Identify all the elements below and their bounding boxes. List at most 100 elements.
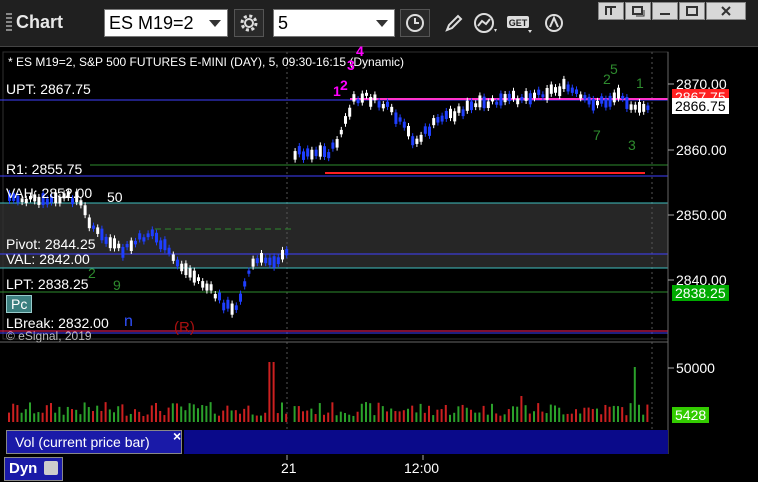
chart-description: * ES M19=2, S&P 500 FUTURES E-MINI (DAY)… [8, 55, 405, 69]
cursor-button[interactable] [540, 10, 568, 36]
volume-bar [323, 414, 325, 422]
volume-bar [260, 415, 262, 422]
volume-bar [268, 362, 271, 422]
candle [545, 88, 549, 100]
volume-bar [230, 410, 233, 422]
volume-bar [642, 414, 645, 422]
lpt-label: LPT: 2838.25 [6, 276, 89, 292]
close-button[interactable] [706, 2, 746, 20]
volume-bar [348, 414, 351, 422]
volume-bar [415, 412, 418, 422]
volume-panel-tab[interactable]: Vol (current price bar) × [6, 428, 182, 454]
maximize-button[interactable] [679, 2, 705, 20]
restore-button[interactable] [625, 2, 651, 20]
volume-bar [440, 409, 443, 422]
volume-bar [255, 415, 258, 422]
candle [180, 263, 184, 272]
volume-bar [562, 414, 565, 422]
time-button[interactable] [400, 9, 430, 37]
candle [457, 106, 461, 113]
volume-bar [507, 409, 510, 422]
volume-bar [394, 411, 397, 422]
volume-bar [58, 406, 61, 422]
candle [507, 93, 511, 102]
volume-bar [377, 402, 380, 422]
volume-bar [381, 406, 384, 422]
volume-bar [465, 407, 468, 422]
studies-button[interactable] [472, 10, 500, 36]
drag-grip-icon[interactable] [6, 13, 12, 31]
candle [176, 259, 179, 267]
candle [251, 258, 255, 267]
candle [218, 292, 221, 301]
candle [432, 118, 436, 126]
time-axis [0, 455, 758, 482]
candle [587, 96, 591, 105]
candle [528, 93, 532, 105]
maximize-icon [686, 6, 698, 16]
candle [230, 303, 234, 315]
volume-bar [533, 411, 535, 422]
candle [272, 256, 276, 268]
minimize-button[interactable] [652, 2, 678, 20]
candle [318, 145, 322, 157]
price-chart[interactable]: * ES M19=2, S&P 500 FUTURES E-MINI (DAY)… [0, 43, 758, 482]
vah-label-tail: 50 [107, 189, 123, 205]
candle [247, 270, 251, 274]
candle [314, 149, 318, 157]
lock-icon[interactable] [43, 461, 58, 475]
symbol-combo[interactable]: ES M19=2 [104, 9, 228, 37]
val-label: VAL: 2842.00 [6, 251, 90, 267]
close-icon[interactable]: × [173, 428, 181, 444]
candle [306, 148, 310, 157]
volume-bar [66, 406, 69, 422]
candle [276, 257, 280, 265]
volume-bar [369, 403, 372, 422]
volume-panel-label: Vol (current price bar) [15, 434, 150, 450]
chart-canvas[interactable] [0, 47, 758, 482]
interval-combo[interactable]: 5 [273, 9, 395, 37]
window-title[interactable]: Chart [6, 12, 63, 33]
candle [604, 98, 608, 108]
volume-bar [104, 402, 107, 422]
draw-button[interactable] [440, 10, 468, 36]
candle [243, 281, 247, 287]
volume-bar [621, 407, 624, 422]
pc-button[interactable]: Pc [6, 295, 33, 313]
candle [398, 117, 402, 122]
candle [121, 246, 125, 258]
chart-toolbar: Chart ES M19=2 5 GET [0, 0, 758, 47]
link-window-button[interactable] [598, 2, 624, 20]
volume-bar [113, 412, 115, 422]
dynamic-tab[interactable]: Dyn [4, 457, 63, 481]
volume-bar [608, 406, 611, 422]
candle [474, 103, 478, 108]
settings-button[interactable] [234, 9, 264, 37]
volume-bar [457, 406, 460, 422]
candle [591, 98, 595, 111]
candle [92, 225, 95, 229]
interval-value: 5 [278, 13, 289, 33]
candle [192, 270, 196, 283]
candle [184, 263, 188, 276]
chevron-down-icon[interactable] [376, 20, 388, 27]
volume-axis-label: 50000 [676, 360, 715, 376]
volume-bar [150, 405, 153, 422]
td-count-marker: 4 [356, 43, 364, 59]
candle [478, 95, 482, 108]
candle [323, 146, 326, 157]
volume-bar [575, 409, 577, 422]
candle [461, 109, 465, 117]
volume-bar [390, 408, 393, 422]
candle [470, 101, 473, 111]
chevron-down-icon[interactable] [209, 20, 221, 27]
candle [352, 94, 356, 102]
get-data-button[interactable]: GET [506, 10, 534, 36]
volume-bar [444, 404, 447, 422]
volume-bar [37, 412, 40, 422]
volume-bar [234, 410, 237, 422]
volume-bar [491, 403, 493, 422]
candle [570, 87, 574, 93]
get-icon: GET [507, 16, 532, 33]
candle [562, 78, 566, 89]
